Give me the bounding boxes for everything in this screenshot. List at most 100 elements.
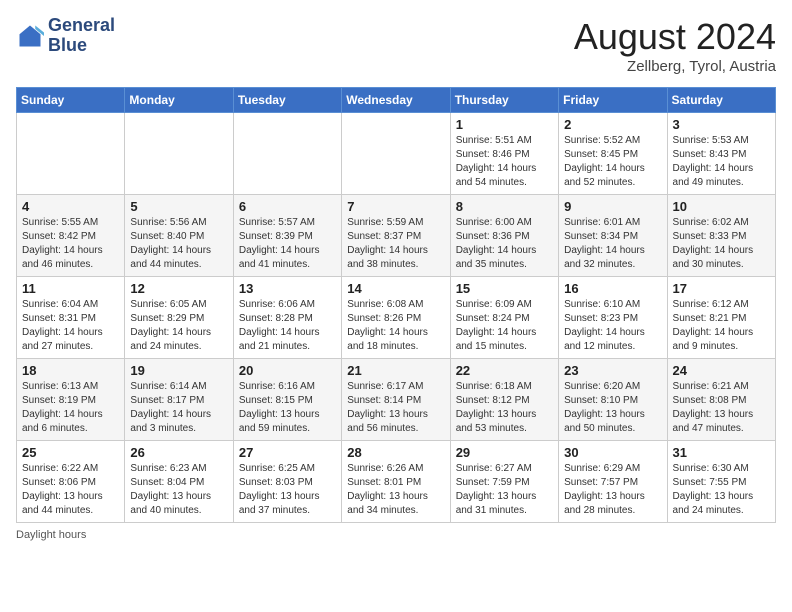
week-row-4: 25Sunrise: 6:22 AM Sunset: 8:06 PM Dayli… <box>17 441 776 523</box>
calendar-cell: 8Sunrise: 6:00 AM Sunset: 8:36 PM Daylig… <box>450 195 558 277</box>
header: General Blue August 2024 Zellberg, Tyrol… <box>16 16 776 75</box>
day-number: 6 <box>239 199 336 214</box>
calendar-cell: 3 Sunrise: 5:53 AM Sunset: 8:43 PM Daylig… <box>667 113 775 195</box>
day-info: Sunrise: 6:02 AM Sunset: 8:33 PM Dayligh… <box>673 216 770 272</box>
day-number: 15 <box>456 281 553 296</box>
day-number: 12 <box>130 281 227 296</box>
day-number: 18 <box>22 363 119 378</box>
day-number: 30 <box>564 445 661 460</box>
day-info: Sunrise: 6:16 AM Sunset: 8:15 PM Dayligh… <box>239 380 336 436</box>
day-number: 31 <box>673 445 770 460</box>
day-header-monday: Monday <box>125 88 233 113</box>
day-info: Sunrise: 6:08 AM Sunset: 8:26 PM Dayligh… <box>347 298 444 354</box>
day-info: Sunrise: 6:30 AM Sunset: 7:55 PM Dayligh… <box>673 462 770 518</box>
logo: General Blue <box>16 16 115 56</box>
calendar-cell: 12 Sunrise: 6:05 AM Sunset: 8:29 PM Dayli… <box>125 277 233 359</box>
calendar-cell: 13Sunrise: 6:06 AM Sunset: 8:28 PM Dayli… <box>233 277 341 359</box>
day-number: 29 <box>456 445 553 460</box>
calendar-cell <box>233 113 341 195</box>
day-info: Sunrise: 5:51 AM Sunset: 8:46 PM Dayligh… <box>456 134 553 190</box>
calendar-cell: 23Sunrise: 6:20 AM Sunset: 8:10 PM Dayli… <box>559 359 667 441</box>
header-row: SundayMondayTuesdayWednesdayThursdayFrid… <box>17 88 776 113</box>
location: Zellberg, Tyrol, Austria <box>574 58 776 75</box>
calendar-cell: 1Sunrise: 5:51 AM Sunset: 8:46 PM Daylig… <box>450 113 558 195</box>
calendar-cell <box>342 113 450 195</box>
calendar-cell: 2 Sunrise: 5:52 AM Sunset: 8:45 PM Daylig… <box>559 113 667 195</box>
day-number: 2 <box>564 117 661 132</box>
calendar-cell: 28 Sunrise: 6:26 AM Sunset: 8:01 PM Dayli… <box>342 441 450 523</box>
calendar-table: SundayMondayTuesdayWednesdayThursdayFrid… <box>16 87 776 523</box>
day-info: Sunrise: 6:22 AM Sunset: 8:06 PM Dayligh… <box>22 462 119 518</box>
day-info: Sunrise: 6:09 AM Sunset: 8:24 PM Dayligh… <box>456 298 553 354</box>
calendar-cell: 18Sunrise: 6:13 AM Sunset: 8:19 PM Dayli… <box>17 359 125 441</box>
calendar-cell: 4 Sunrise: 5:55 AM Sunset: 8:42 PM Daylig… <box>17 195 125 277</box>
calendar-cell: 16 Sunrise: 6:10 AM Sunset: 8:23 PM Dayli… <box>559 277 667 359</box>
day-info: Sunrise: 6:00 AM Sunset: 8:36 PM Dayligh… <box>456 216 553 272</box>
logo-line1: General <box>48 16 115 36</box>
month-year: August 2024 <box>574 16 776 58</box>
calendar-cell: 17Sunrise: 6:12 AM Sunset: 8:21 PM Dayli… <box>667 277 775 359</box>
day-info: Sunrise: 6:21 AM Sunset: 8:08 PM Dayligh… <box>673 380 770 436</box>
calendar-cell: 15 Sunrise: 6:09 AM Sunset: 8:24 PM Dayli… <box>450 277 558 359</box>
day-number: 7 <box>347 199 444 214</box>
week-row-0: 1Sunrise: 5:51 AM Sunset: 8:46 PM Daylig… <box>17 113 776 195</box>
day-info: Sunrise: 5:55 AM Sunset: 8:42 PM Dayligh… <box>22 216 119 272</box>
day-info: Sunrise: 6:17 AM Sunset: 8:14 PM Dayligh… <box>347 380 444 436</box>
day-info: Sunrise: 6:26 AM Sunset: 8:01 PM Dayligh… <box>347 462 444 518</box>
day-info: Sunrise: 5:56 AM Sunset: 8:40 PM Dayligh… <box>130 216 227 272</box>
calendar-cell: 9 Sunrise: 6:01 AM Sunset: 8:34 PM Daylig… <box>559 195 667 277</box>
day-number: 16 <box>564 281 661 296</box>
day-number: 14 <box>347 281 444 296</box>
calendar-cell: 6 Sunrise: 5:57 AM Sunset: 8:39 PM Daylig… <box>233 195 341 277</box>
calendar-cell: 7Sunrise: 5:59 AM Sunset: 8:37 PM Daylig… <box>342 195 450 277</box>
day-number: 3 <box>673 117 770 132</box>
calendar-cell: 22 Sunrise: 6:18 AM Sunset: 8:12 PM Dayli… <box>450 359 558 441</box>
day-info: Sunrise: 6:23 AM Sunset: 8:04 PM Dayligh… <box>130 462 227 518</box>
day-info: Sunrise: 6:25 AM Sunset: 8:03 PM Dayligh… <box>239 462 336 518</box>
day-header-tuesday: Tuesday <box>233 88 341 113</box>
day-header-friday: Friday <box>559 88 667 113</box>
day-info: Sunrise: 6:05 AM Sunset: 8:29 PM Dayligh… <box>130 298 227 354</box>
day-info: Sunrise: 6:18 AM Sunset: 8:12 PM Dayligh… <box>456 380 553 436</box>
day-number: 23 <box>564 363 661 378</box>
footer-note: Daylight hours <box>16 529 776 541</box>
day-info: Sunrise: 6:10 AM Sunset: 8:23 PM Dayligh… <box>564 298 661 354</box>
day-info: Sunrise: 6:27 AM Sunset: 7:59 PM Dayligh… <box>456 462 553 518</box>
day-number: 10 <box>673 199 770 214</box>
day-info: Sunrise: 5:53 AM Sunset: 8:43 PM Dayligh… <box>673 134 770 190</box>
day-number: 11 <box>22 281 119 296</box>
calendar-cell: 19Sunrise: 6:14 AM Sunset: 8:17 PM Dayli… <box>125 359 233 441</box>
day-header-saturday: Saturday <box>667 88 775 113</box>
day-info: Sunrise: 6:29 AM Sunset: 7:57 PM Dayligh… <box>564 462 661 518</box>
day-number: 28 <box>347 445 444 460</box>
day-number: 5 <box>130 199 227 214</box>
calendar-cell: 21 Sunrise: 6:17 AM Sunset: 8:14 PM Dayli… <box>342 359 450 441</box>
day-header-sunday: Sunday <box>17 88 125 113</box>
day-number: 21 <box>347 363 444 378</box>
calendar-cell: 25Sunrise: 6:22 AM Sunset: 8:06 PM Dayli… <box>17 441 125 523</box>
day-info: Sunrise: 6:06 AM Sunset: 8:28 PM Dayligh… <box>239 298 336 354</box>
day-number: 4 <box>22 199 119 214</box>
calendar-cell: 24 Sunrise: 6:21 AM Sunset: 8:08 PM Dayli… <box>667 359 775 441</box>
logo-icon <box>16 22 44 50</box>
calendar-cell: 29 Sunrise: 6:27 AM Sunset: 7:59 PM Dayli… <box>450 441 558 523</box>
calendar-cell: 26 Sunrise: 6:23 AM Sunset: 8:04 PM Dayli… <box>125 441 233 523</box>
day-header-thursday: Thursday <box>450 88 558 113</box>
calendar-cell: 30 Sunrise: 6:29 AM Sunset: 7:57 PM Dayli… <box>559 441 667 523</box>
day-number: 22 <box>456 363 553 378</box>
calendar-cell: 14 Sunrise: 6:08 AM Sunset: 8:26 PM Dayli… <box>342 277 450 359</box>
day-number: 26 <box>130 445 227 460</box>
calendar-cell <box>17 113 125 195</box>
day-number: 24 <box>673 363 770 378</box>
day-header-wednesday: Wednesday <box>342 88 450 113</box>
day-info: Sunrise: 5:52 AM Sunset: 8:45 PM Dayligh… <box>564 134 661 190</box>
calendar-cell: 11 Sunrise: 6:04 AM Sunset: 8:31 PM Dayli… <box>17 277 125 359</box>
week-row-3: 18Sunrise: 6:13 AM Sunset: 8:19 PM Dayli… <box>17 359 776 441</box>
day-number: 17 <box>673 281 770 296</box>
day-info: Sunrise: 6:04 AM Sunset: 8:31 PM Dayligh… <box>22 298 119 354</box>
day-number: 9 <box>564 199 661 214</box>
calendar-cell: 31 Sunrise: 6:30 AM Sunset: 7:55 PM Dayli… <box>667 441 775 523</box>
day-info: Sunrise: 6:01 AM Sunset: 8:34 PM Dayligh… <box>564 216 661 272</box>
day-info: Sunrise: 5:57 AM Sunset: 8:39 PM Dayligh… <box>239 216 336 272</box>
day-number: 27 <box>239 445 336 460</box>
